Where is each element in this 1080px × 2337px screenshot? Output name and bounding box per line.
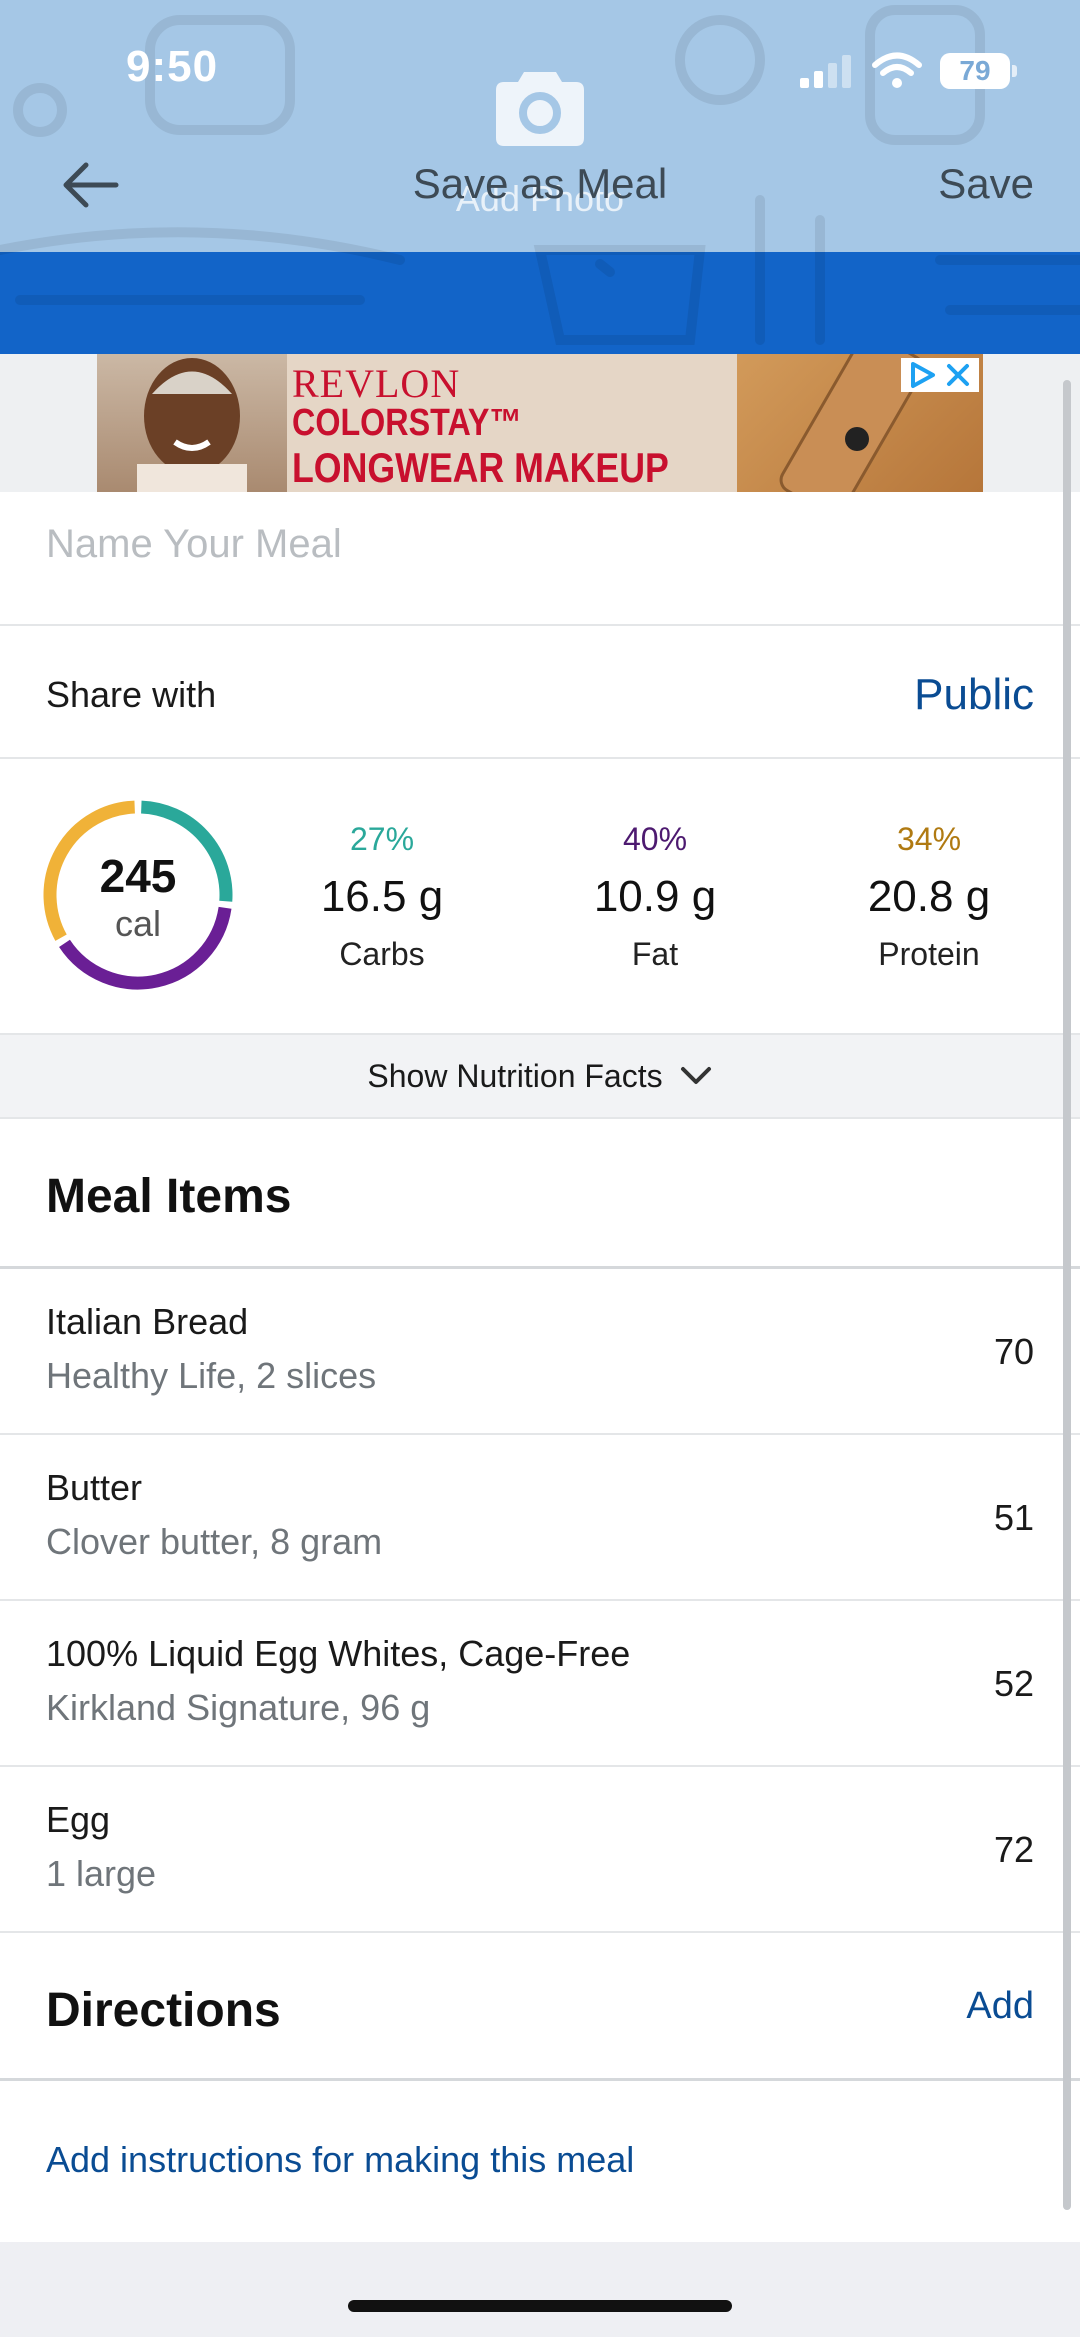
macro-grams: 16.5 g <box>320 872 444 921</box>
list-item[interactable]: Egg 1 large 72 <box>0 1767 1080 1933</box>
macro-percent: 34% <box>896 821 962 857</box>
list-item[interactable]: Italian Bread Healthy Life, 2 slices 70 <box>0 1269 1080 1435</box>
photo-header[interactable]: 9:50 79 Add Photo Save as Meal Save <box>0 0 1080 354</box>
item-detail: 1 large <box>46 1853 157 1894</box>
adchoices-icon[interactable] <box>907 360 937 390</box>
wifi-icon <box>872 52 922 88</box>
close-ad-icon[interactable] <box>943 360 973 390</box>
ad-line-1: COLORSTAY™ <box>292 402 522 444</box>
directions-body: Add instructions for making this meal <box>0 2081 1080 2242</box>
meal-items-title: Meal Items <box>46 1170 292 1223</box>
page-footer <box>0 2242 1080 2337</box>
item-detail: Kirkland Signature, 96 g <box>46 1687 431 1728</box>
status-icons: 79 <box>798 52 1017 90</box>
nutrition-summary: 245 cal 27% 16.5 g Carbs 40% 10.9 g Fat … <box>0 759 1080 1035</box>
macro-grams: 10.9 g <box>593 872 717 921</box>
scrollbar[interactable] <box>1063 380 1071 2210</box>
item-name: 100% Liquid Egg Whites, Cage-Free <box>46 1633 631 1674</box>
share-row[interactable]: Share with Public <box>0 626 1080 759</box>
battery-level: 79 <box>959 55 991 86</box>
add-directions-button[interactable]: Add <box>966 1985 1034 2028</box>
macro-grams: 20.8 g <box>867 872 991 921</box>
calorie-unit: cal <box>114 903 162 944</box>
directions-header: Directions Add <box>0 1933 1080 2081</box>
item-calories: 72 <box>993 1829 1034 1870</box>
directions-title: Directions <box>46 1984 281 2037</box>
item-calories: 51 <box>993 1497 1034 1538</box>
list-item[interactable]: Butter Clover butter, 8 gram 51 <box>0 1435 1080 1601</box>
macro-label: Fat <box>631 936 679 972</box>
meal-name-input[interactable] <box>46 522 1026 567</box>
save-button[interactable]: Save <box>938 160 1034 208</box>
ad-model-image <box>97 354 287 492</box>
page-title: Save as Meal <box>412 160 668 207</box>
macro-fat: 40% 10.9 g Fat <box>555 821 755 973</box>
back-arrow-icon[interactable] <box>60 160 120 210</box>
chevron-down-icon <box>680 1067 711 1084</box>
item-detail: Healthy Life, 2 slices <box>46 1355 377 1396</box>
ad-brand: REVLON <box>292 361 461 406</box>
ad-line-2: LONGWEAR MAKEUP <box>292 444 669 491</box>
home-indicator[interactable] <box>348 2300 732 2312</box>
macro-label: Carbs <box>339 936 425 972</box>
share-label: Share with <box>46 674 217 715</box>
meal-name-row <box>0 492 1080 626</box>
show-nutrition-facts-button[interactable]: Show Nutrition Facts <box>0 1035 1080 1119</box>
status-time: 9:50 <box>126 42 219 91</box>
item-calories: 70 <box>993 1331 1034 1372</box>
item-calories: 52 <box>993 1663 1034 1704</box>
camera-icon[interactable] <box>496 64 584 146</box>
nutrition-toggle-label: Show Nutrition Facts <box>367 1057 663 1094</box>
macro-percent: 40% <box>622 821 688 857</box>
signal-icon <box>800 55 851 88</box>
ad-banner[interactable]: REVLON COLORSTAY™ LONGWEAR MAKEUP <box>97 354 983 492</box>
item-name: Italian Bread <box>46 1301 249 1342</box>
battery-icon: 79 <box>940 53 1017 89</box>
ad-choices[interactable] <box>901 358 979 392</box>
add-instructions-link[interactable]: Add instructions for making this meal <box>46 2139 634 2181</box>
item-name: Butter <box>46 1467 143 1508</box>
item-detail: Clover butter, 8 gram <box>46 1521 383 1562</box>
share-visibility-value[interactable]: Public <box>914 670 1034 720</box>
macro-carbs: 27% 16.5 g Carbs <box>282 821 482 973</box>
calorie-total: 245 <box>99 850 177 902</box>
item-name: Egg <box>46 1799 111 1840</box>
macro-label: Protein <box>878 936 980 972</box>
meal-items-header: Meal Items <box>0 1119 1080 1269</box>
macro-protein: 34% 20.8 g Protein <box>829 821 1029 973</box>
list-item[interactable]: 100% Liquid Egg Whites, Cage-Free Kirkla… <box>0 1601 1080 1767</box>
macro-percent: 27% <box>349 821 415 857</box>
